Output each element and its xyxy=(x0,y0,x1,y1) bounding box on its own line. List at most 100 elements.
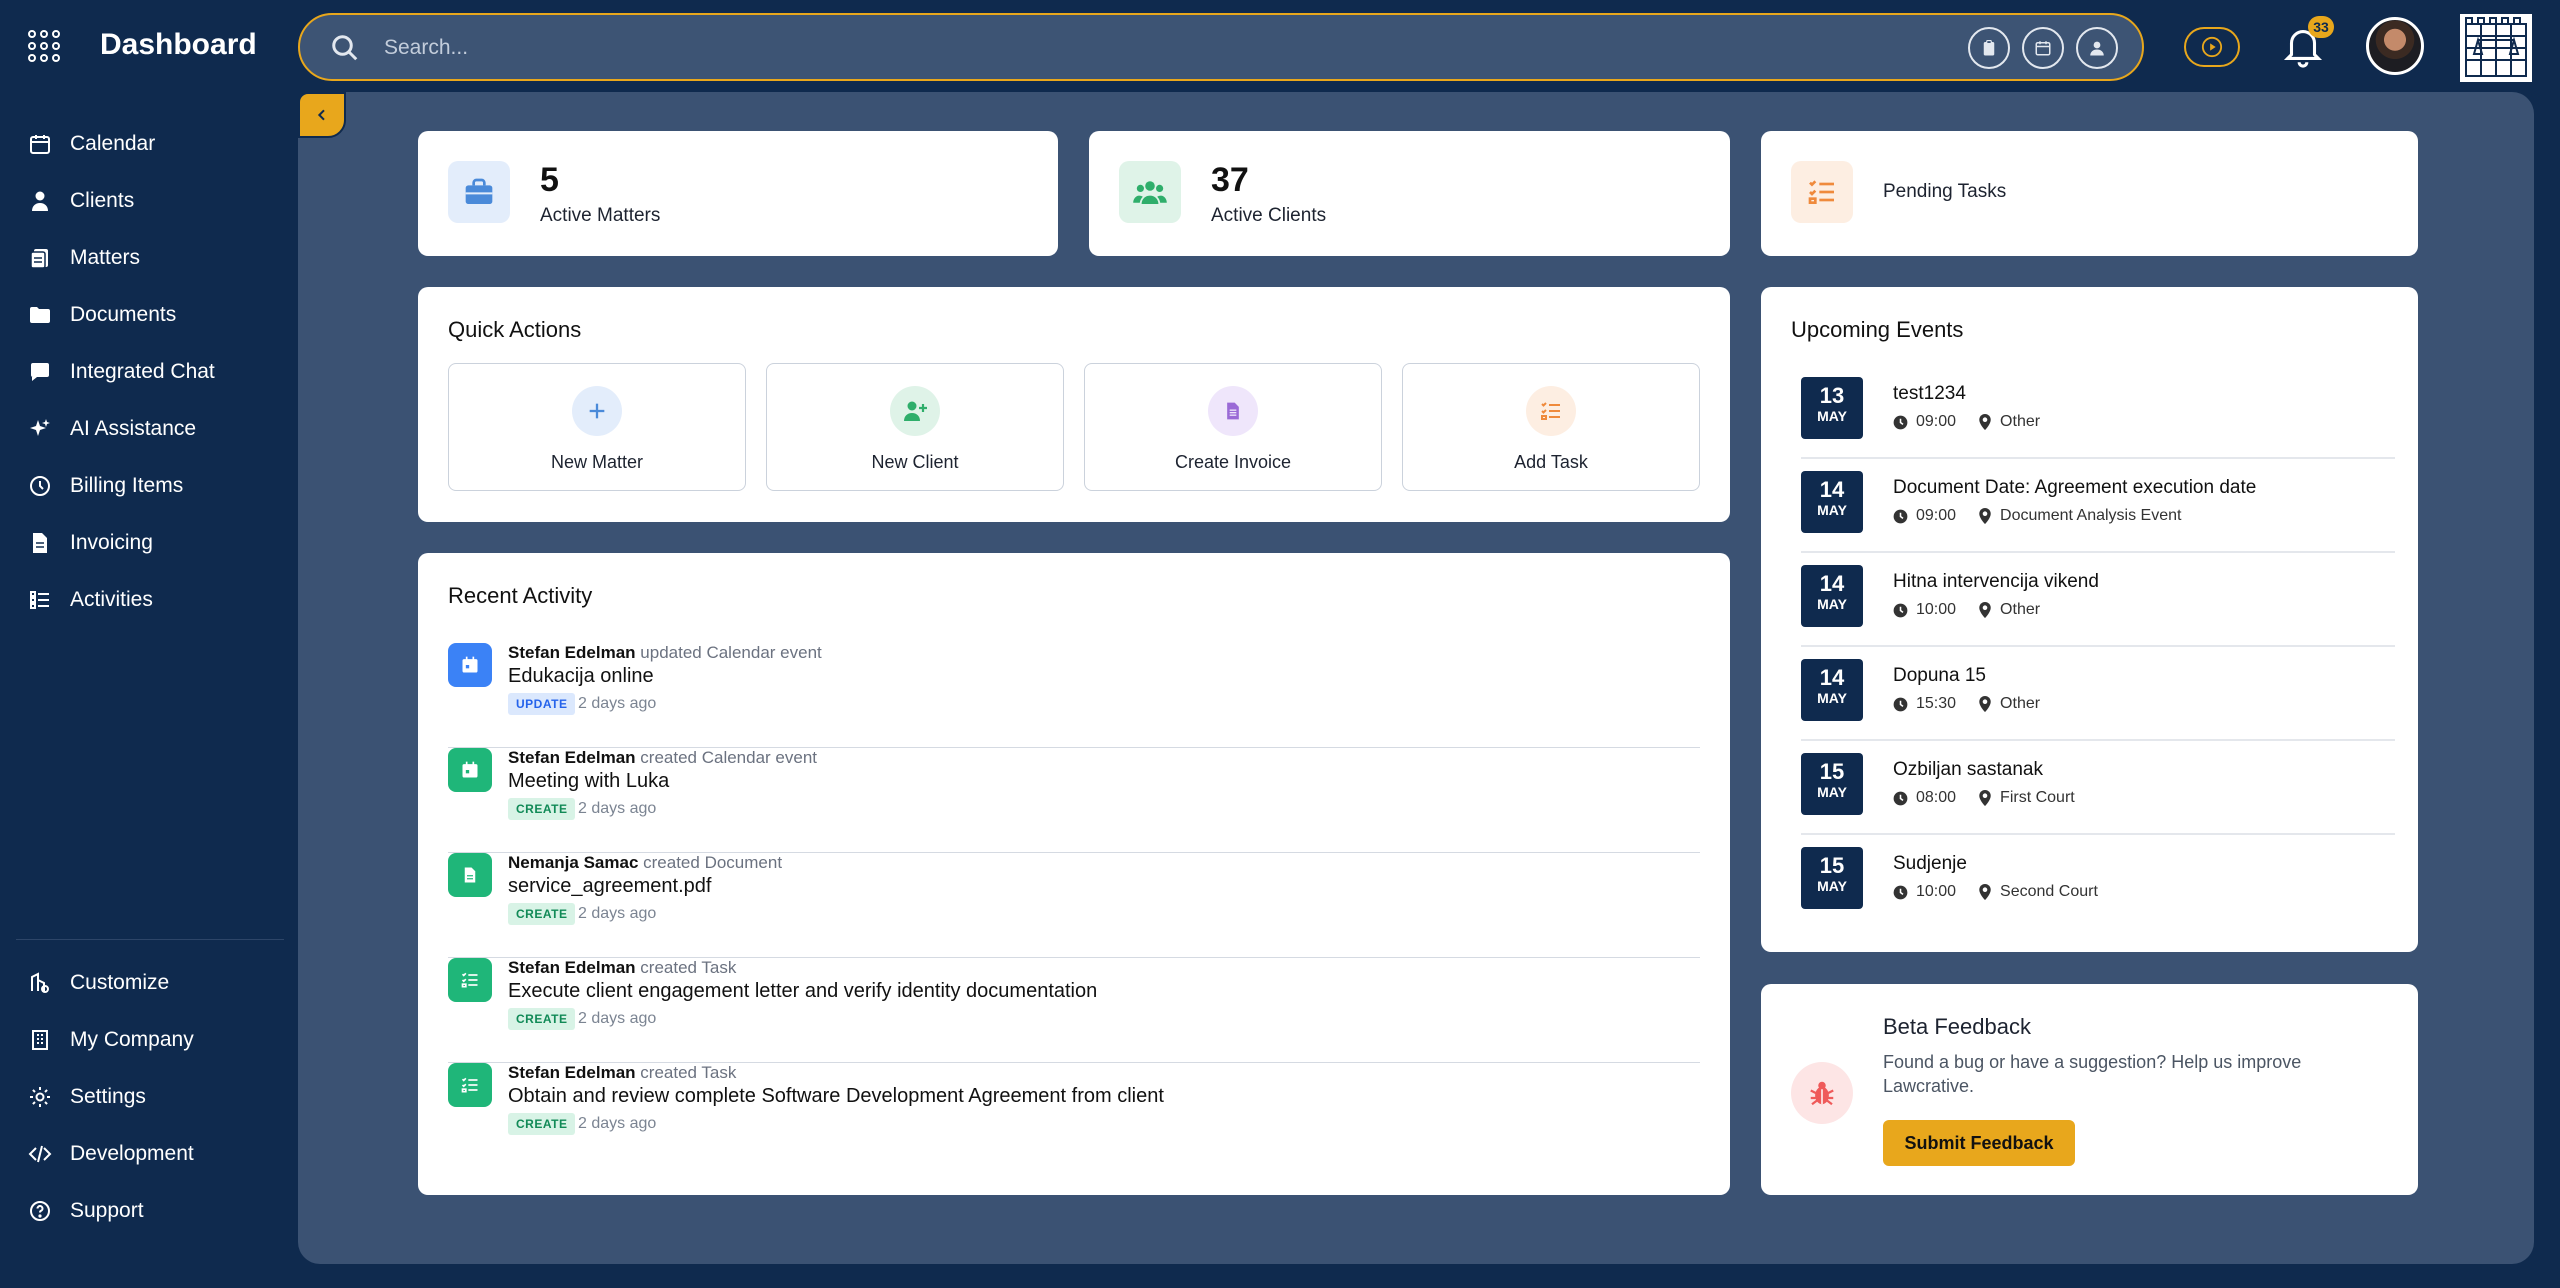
task-icon xyxy=(448,1063,492,1107)
sidebar-item-label: Integrated Chat xyxy=(70,360,215,383)
sidebar-item-matters[interactable]: Matters xyxy=(28,238,140,278)
activity-title: service_agreement.pdf xyxy=(508,875,712,897)
event-date: 14 MAY xyxy=(1801,471,1863,533)
play-icon xyxy=(2201,36,2223,58)
sidebar-item-label: Billing Items xyxy=(70,474,184,497)
search-input[interactable] xyxy=(384,29,1384,67)
submit-feedback-button[interactable]: Submit Feedback xyxy=(1883,1120,2075,1166)
activity-item[interactable]: Stefan Edelman created Task Obtain and r… xyxy=(448,1063,1700,1168)
list-icon xyxy=(30,591,49,609)
search-bar[interactable] xyxy=(298,13,2144,81)
activity-title: Execute client engagement letter and ver… xyxy=(508,980,1098,1002)
sidebar-item-settings[interactable]: Settings xyxy=(28,1077,146,1117)
sparkle-icon xyxy=(30,419,50,436)
activity-title: Obtain and review complete Software Deve… xyxy=(508,1085,1164,1107)
new-matter-button[interactable]: New Matter xyxy=(448,363,746,491)
company-logo xyxy=(2460,14,2532,82)
location-pin-icon xyxy=(1979,790,1991,806)
create-invoice-button[interactable]: Create Invoice xyxy=(1084,363,1382,491)
matters-icon xyxy=(30,249,48,269)
active-clients-count: 37 xyxy=(1211,161,1249,199)
clock-icon xyxy=(1893,697,1908,711)
calendar-icon xyxy=(30,135,50,154)
sidebar-item-label: Documents xyxy=(70,303,177,326)
sidebar-item-label: Calendar xyxy=(70,132,156,155)
clipboard-button[interactable] xyxy=(1968,27,2010,69)
event-divider xyxy=(1801,739,2395,741)
calendar-icon xyxy=(448,643,492,687)
active-clients-card[interactable]: 37 Active Clients xyxy=(1089,131,1730,256)
calendar-icon xyxy=(2035,41,2051,56)
event-date: 13 MAY xyxy=(1801,377,1863,439)
active-matters-label: Active Matters xyxy=(540,205,661,226)
sidebar-item-support[interactable]: Support xyxy=(28,1191,144,1231)
invoice-icon xyxy=(1208,386,1258,436)
sidebar-item-activities[interactable]: Activities xyxy=(28,580,153,620)
activity-badge: CREATE xyxy=(508,903,576,925)
activity-item[interactable]: Stefan Edelman created Task Execute clie… xyxy=(448,958,1700,1063)
user-avatar[interactable] xyxy=(2366,17,2424,75)
sidebar-item-invoicing[interactable]: Invoicing xyxy=(28,523,153,563)
building-icon xyxy=(32,1030,48,1050)
sidebar-item-label: Development xyxy=(70,1142,194,1165)
document-icon xyxy=(448,853,492,897)
user-icon xyxy=(2090,41,2104,56)
collapse-sidebar-button[interactable] xyxy=(298,92,346,138)
add-task-button[interactable]: Add Task xyxy=(1402,363,1700,491)
event-item[interactable]: 15 MAY Sudjenje 10:00 Second Court xyxy=(1801,847,2395,941)
bug-icon xyxy=(1791,1062,1853,1124)
play-button[interactable] xyxy=(2184,27,2240,67)
active-matters-count: 5 xyxy=(540,161,559,199)
sidebar-item-my-company[interactable]: My Company xyxy=(28,1020,194,1060)
event-divider xyxy=(1801,457,2395,459)
recent-activity-title: Recent Activity xyxy=(448,583,593,608)
event-item[interactable]: 13 MAY test1234 09:00 Other xyxy=(1801,377,2395,471)
event-meta: 10:00 Second Court xyxy=(1893,883,2098,901)
sidebar-item-billing-items[interactable]: Billing Items xyxy=(28,466,183,506)
pending-tasks-card[interactable]: Pending Tasks xyxy=(1761,131,2418,256)
event-time: 09:00 xyxy=(1916,413,1957,430)
event-item[interactable]: 15 MAY Ozbiljan sastanak 08:00 First Cour… xyxy=(1801,753,2395,847)
activity-description: Stefan Edelman created Calendar event xyxy=(508,748,817,768)
event-item[interactable]: 14 MAY Hitna intervencija vikend 10:00 Ot… xyxy=(1801,565,2395,659)
sidebar-item-label: Customize xyxy=(70,971,170,994)
sidebar-item-calendar[interactable]: Calendar xyxy=(28,124,155,164)
event-date: 15 MAY xyxy=(1801,753,1863,815)
activity-title: Edukacija online xyxy=(508,665,654,687)
event-item[interactable]: 14 MAY Document Date: Agreement execution… xyxy=(1801,471,2395,565)
event-location: Document Analysis Event xyxy=(2000,507,2182,524)
quick-actions-title: Quick Actions xyxy=(448,317,582,342)
active-matters-card[interactable]: 5 Active Matters xyxy=(418,131,1058,256)
clock-icon xyxy=(30,476,50,496)
user-icon xyxy=(32,191,48,211)
event-location: Other xyxy=(2000,601,2041,618)
sidebar-item-label: Settings xyxy=(70,1085,146,1108)
feedback-title: Beta Feedback xyxy=(1883,1014,2031,1039)
activity-action: created Document xyxy=(643,853,783,872)
event-title: Document Date: Agreement execution date xyxy=(1893,477,2257,498)
sidebar-item-documents[interactable]: Documents xyxy=(28,295,176,335)
upcoming-events-card: Upcoming Events 13 MAY test1234 09:00 Oth… xyxy=(1761,287,2418,952)
activity-item[interactable]: Stefan Edelman updated Calendar event Ed… xyxy=(448,643,1700,748)
feedback-text: Found a bug or have a suggestion? Help u… xyxy=(1883,1052,2302,1096)
new-client-button[interactable]: New Client xyxy=(766,363,1064,491)
sidebar-item-customize[interactable]: Customize xyxy=(28,963,169,1003)
event-meta: 10:00 Other xyxy=(1893,601,2040,619)
event-date: 15 MAY xyxy=(1801,847,1863,909)
sidebar-item-ai-assistance[interactable]: AI Assistance xyxy=(28,409,196,449)
sidebar-item-integrated-chat[interactable]: Integrated Chat xyxy=(28,352,215,392)
activity-item[interactable]: Stefan Edelman created Calendar event Me… xyxy=(448,748,1700,853)
code-icon xyxy=(28,1145,52,1163)
apps-grid-icon[interactable] xyxy=(28,30,60,62)
new-client-label: New Client xyxy=(871,452,959,472)
activity-item[interactable]: Nemanja Samac created Document service_a… xyxy=(448,853,1700,958)
sidebar: Calendar Clients Matters Documents Integ… xyxy=(0,110,296,1280)
task-icon xyxy=(448,958,492,1002)
sidebar-item-clients[interactable]: Clients xyxy=(28,181,134,221)
user-button[interactable] xyxy=(2076,27,2118,69)
activity-time: 2 days ago xyxy=(578,800,657,817)
calendar-button[interactable] xyxy=(2022,27,2064,69)
sidebar-item-development[interactable]: Development xyxy=(28,1134,194,1174)
event-item[interactable]: 14 MAY Dopuna 15 15:30 Other xyxy=(1801,659,2395,753)
beta-feedback-card: Beta Feedback Found a bug or have a sugg… xyxy=(1761,984,2418,1195)
